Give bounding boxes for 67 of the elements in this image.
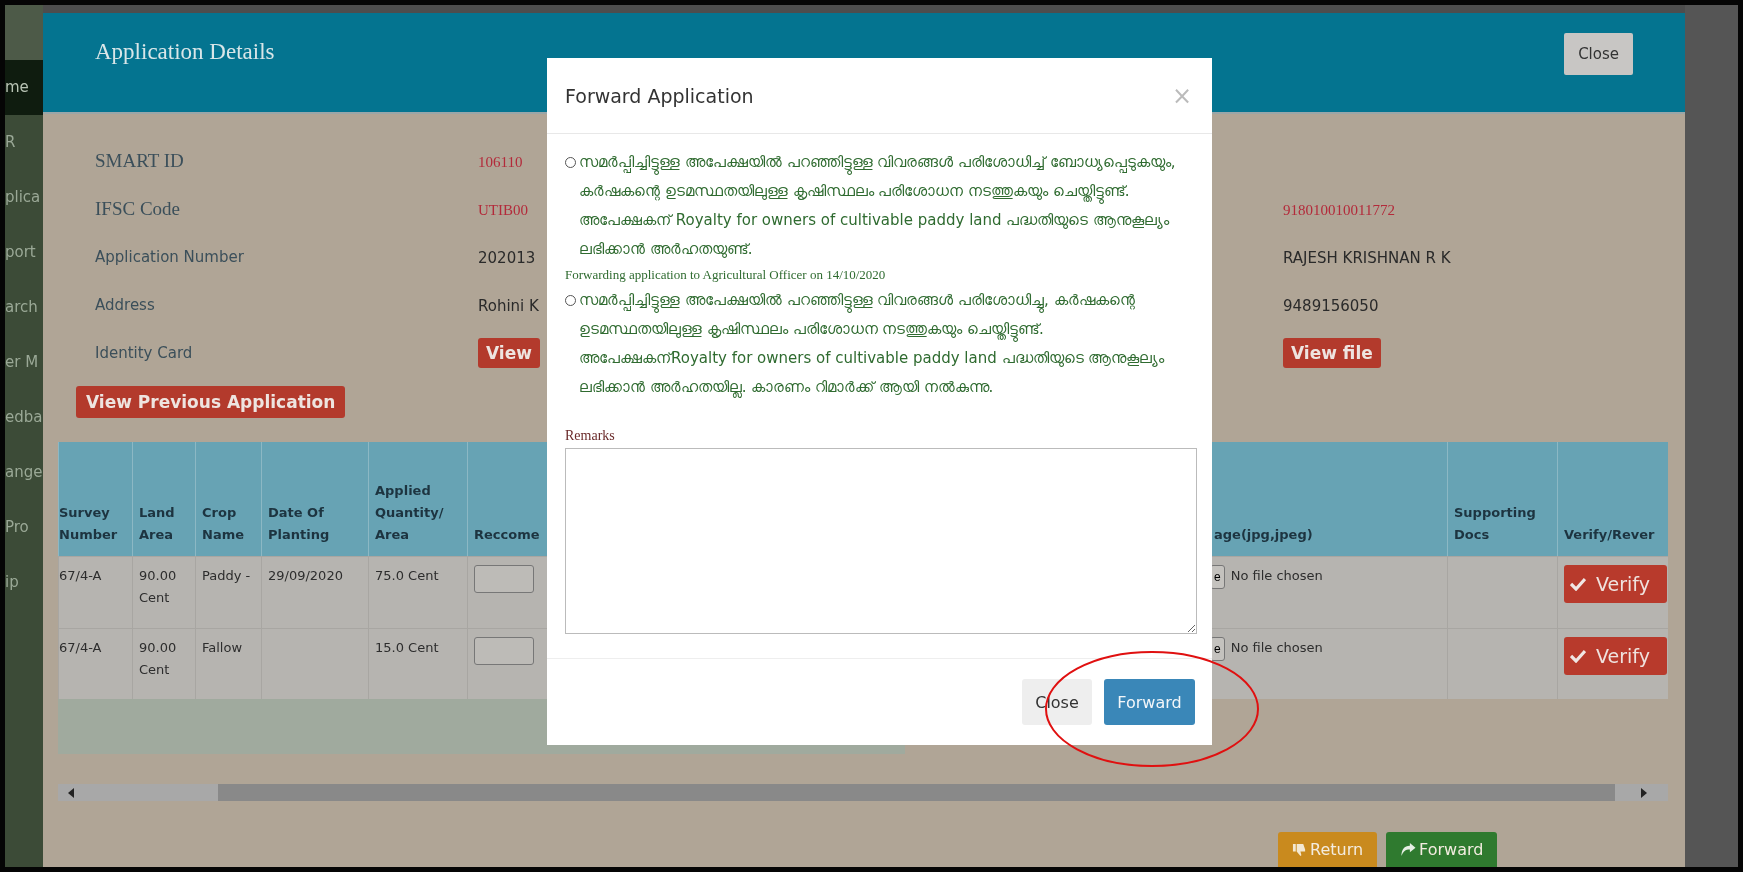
verify-button[interactable]: Verify bbox=[1564, 637, 1667, 675]
header-text: Land Area bbox=[139, 504, 176, 544]
option-note: Forwarding application to Agricultural Officer on 14/10/2020 bbox=[565, 266, 887, 284]
close-button[interactable]: Close bbox=[1564, 33, 1633, 75]
scroll-right-icon[interactable] bbox=[1641, 787, 1647, 798]
sidebar-item[interactable]: er M bbox=[5, 335, 43, 390]
field-value: 106110 bbox=[478, 153, 523, 170]
field-label: Identity Card bbox=[94, 344, 194, 362]
return-button[interactable]: Return bbox=[1278, 832, 1378, 867]
header-text: Reccome bbox=[474, 526, 540, 544]
check-icon bbox=[1570, 649, 1586, 663]
field-value: UTIB00 bbox=[478, 201, 528, 218]
dialog-title: Forward Application bbox=[565, 84, 754, 107]
table-cell: 90.00 Cent bbox=[139, 568, 177, 605]
header-text: Verify/Rever bbox=[1564, 526, 1655, 544]
area-input[interactable] bbox=[474, 637, 534, 665]
table-cell: 67/4-A bbox=[59, 568, 102, 583]
header-text: Date Of Planting bbox=[268, 504, 331, 544]
sidebar-item[interactable]: ip bbox=[5, 555, 43, 610]
field-label: Address bbox=[94, 296, 156, 314]
header-text: Crop Name bbox=[202, 504, 245, 544]
forward-button[interactable]: Forward bbox=[1104, 679, 1195, 725]
scroll-left-icon[interactable] bbox=[68, 787, 74, 798]
field-value: 202013 bbox=[478, 248, 536, 267]
field-label: IFSC Code bbox=[94, 198, 181, 220]
option-text[interactable]: സമർപ്പിച്ചിട്ടുള്ള അപേക്ഷയിൽ പറഞ്ഞിട്ടുള്ള വിവരങ്ങൾ പരിശോധിച്ച് ബോധ്യപ്പെടുകയും, കർഷകന്റെ ഉടമസ്ഥതയിലുള്ള കൃഷിസ്ഥലം പരിശോധന നടത്തുകയും ചെയ്തിട്ടുണ്ട്. അപേക്ഷകന് Royalty for owners of cultivable paddy land പദ്ധതിയുടെ ആനുകൂല്യം ലഭിക്കാൻ അർഹതയുണ്ട്. bbox=[579, 148, 1194, 264]
window-title: Application Details bbox=[95, 39, 275, 65]
field-value: 9489156050 bbox=[1283, 296, 1379, 315]
field-value: RAJESH KRISHNAN R K bbox=[1283, 248, 1451, 267]
table-cell: Fallow bbox=[202, 640, 243, 655]
field-value: Rohini K bbox=[478, 296, 539, 315]
file-status: No file chosen bbox=[1230, 639, 1323, 657]
header-text: age(jpg,jpeg) bbox=[1214, 526, 1313, 544]
file-status: No file chosen bbox=[1230, 567, 1323, 585]
sidebar-item[interactable]: Pro bbox=[5, 500, 43, 555]
sidebar-item[interactable]: arch bbox=[5, 280, 43, 335]
table-cell: 67/4-A bbox=[59, 640, 102, 655]
remarks-label: Remarks bbox=[565, 428, 616, 444]
view-file-button[interactable]: View bbox=[478, 338, 540, 368]
field-label: Application Number bbox=[94, 248, 245, 266]
view-previous-application-button[interactable]: View Previous Application bbox=[76, 386, 346, 418]
sidebar-item[interactable]: R bbox=[5, 115, 43, 170]
sidebar-item[interactable]: port bbox=[5, 225, 43, 280]
sidebar-item[interactable]: plica bbox=[5, 170, 43, 225]
sidebar-item[interactable]: ange bbox=[5, 445, 43, 500]
sidebar-header bbox=[5, 5, 43, 60]
header-text: Survey Number bbox=[59, 504, 119, 544]
view-file-button[interactable]: View file bbox=[1283, 338, 1381, 368]
option-text[interactable]: സമർപ്പിച്ചിട്ടുള്ള അപേക്ഷയിൽ പറഞ്ഞിട്ടുള്ള വിവരങ്ങൾ പരിശോധിച്ചു, കർഷകന്റെ ഉടമസ്ഥതയിലുള്ള കൃഷിസ്ഥലം പരിശോധന നടത്തുകയും ചെയ്തിട്ടുണ്ട്. അപേക്ഷകന്Royalty for owners of cultivable paddy land പദ്ധതിയുടെ ആനുകൂല്യം ലഭിക്കാൻ അർഹതയില്ല. കാരണം റിമാർക്ക് ആയി നൽകുന്നു. bbox=[579, 286, 1194, 402]
header-text: Supporting Docs bbox=[1454, 504, 1537, 544]
share-arrow-icon bbox=[1400, 842, 1417, 857]
header-text: Applied Quantity/ Area bbox=[375, 482, 445, 544]
table-cell: 15.0 Cent bbox=[375, 640, 439, 655]
field-value: 918010010011772 bbox=[1283, 201, 1395, 218]
field-label: SMART ID bbox=[94, 150, 185, 172]
verify-button[interactable]: Verify bbox=[1564, 565, 1667, 603]
table-cell: 75.0 Cent bbox=[375, 568, 439, 583]
area-input[interactable] bbox=[474, 565, 534, 593]
table-cell: 29/09/2020 bbox=[268, 568, 343, 583]
remarks-field[interactable] bbox=[565, 448, 1197, 634]
table-cell: Paddy - bbox=[202, 568, 251, 583]
check-icon bbox=[1570, 577, 1586, 591]
table-cell: 90.00 Cent bbox=[139, 640, 177, 677]
thumbs-down-icon bbox=[1292, 842, 1307, 857]
sidebar-item[interactable]: me bbox=[5, 60, 43, 115]
forward-button[interactable]: Forward bbox=[1386, 832, 1498, 867]
sidebar-item[interactable]: edba bbox=[5, 390, 43, 445]
